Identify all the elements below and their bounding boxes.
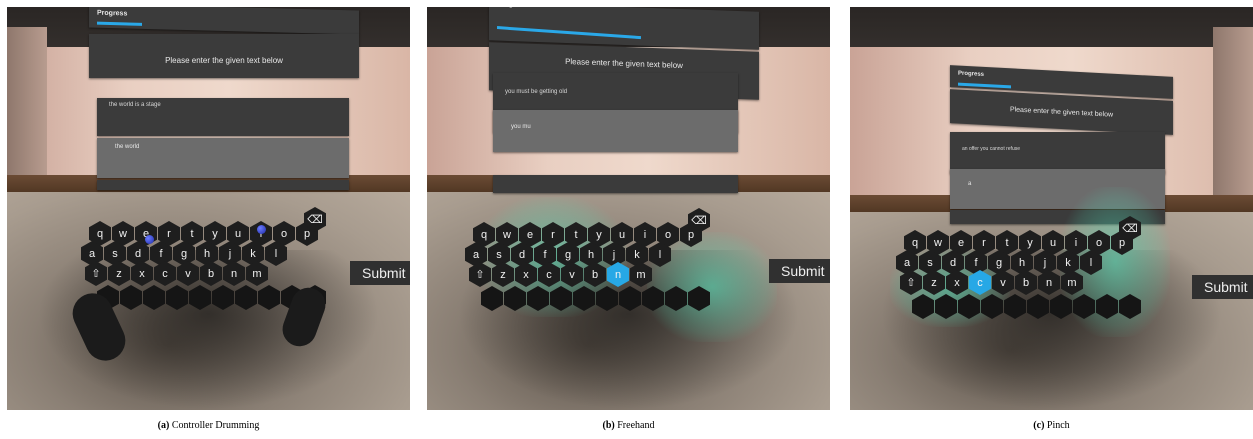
right-drumstick-tip [257, 225, 266, 234]
panel-pinch: Progress Please enter the given text bel… [850, 7, 1253, 410]
progress-bar [496, 26, 642, 40]
target-phrase: you must be getting old [505, 89, 568, 95]
submit-button[interactable]: Submit [1192, 275, 1253, 299]
caption-label: (c) [1033, 420, 1045, 431]
caption-text: Controller Drumming [171, 420, 260, 431]
instruction-text: Please enter the given text below [1009, 106, 1114, 119]
progress-bar [958, 82, 1011, 89]
bottom-card [97, 180, 349, 190]
instruction-text: Please enter the given text below [165, 56, 283, 65]
typed-text: a [968, 181, 972, 187]
progress-label: Progress [497, 7, 527, 9]
panel-freehand: Progress Please enter the given text bel… [427, 7, 830, 410]
caption-label: (b) [602, 420, 615, 431]
caption-c: (c) Pinch [850, 420, 1253, 431]
caption-a: (a) Controller Drumming [7, 420, 410, 431]
submit-button[interactable]: Submit [769, 259, 830, 283]
typed-text: you mu [511, 124, 531, 130]
left-drumstick-tip [145, 235, 154, 244]
submit-button[interactable]: Submit [350, 261, 410, 285]
input-field[interactable]: the world [97, 138, 349, 178]
target-phrase: an offer you cannot refuse [962, 146, 1021, 152]
instruction-card: Please enter the given text below [89, 34, 359, 78]
progress-label: Progress [958, 70, 985, 78]
progress-label: Progress [97, 9, 128, 18]
progress-bar [97, 21, 142, 26]
input-field[interactable]: you mu [493, 110, 738, 152]
caption-b: (b) Freehand [427, 420, 830, 431]
typed-text: the world [115, 144, 140, 150]
caption-label: (a) [157, 420, 170, 431]
phrase-card: an offer you cannot refuse [950, 132, 1165, 174]
caption-text: Pinch [1046, 420, 1070, 431]
instruction-text: Please enter the given text below [565, 56, 683, 71]
caption-text: Freehand [617, 420, 655, 431]
target-phrase: the world is a stage [109, 102, 161, 108]
bottom-card [493, 175, 738, 193]
phrase-card: the world is a stage [97, 98, 349, 136]
panel-controller-drumming: Progress Please enter the given text bel… [7, 7, 410, 410]
